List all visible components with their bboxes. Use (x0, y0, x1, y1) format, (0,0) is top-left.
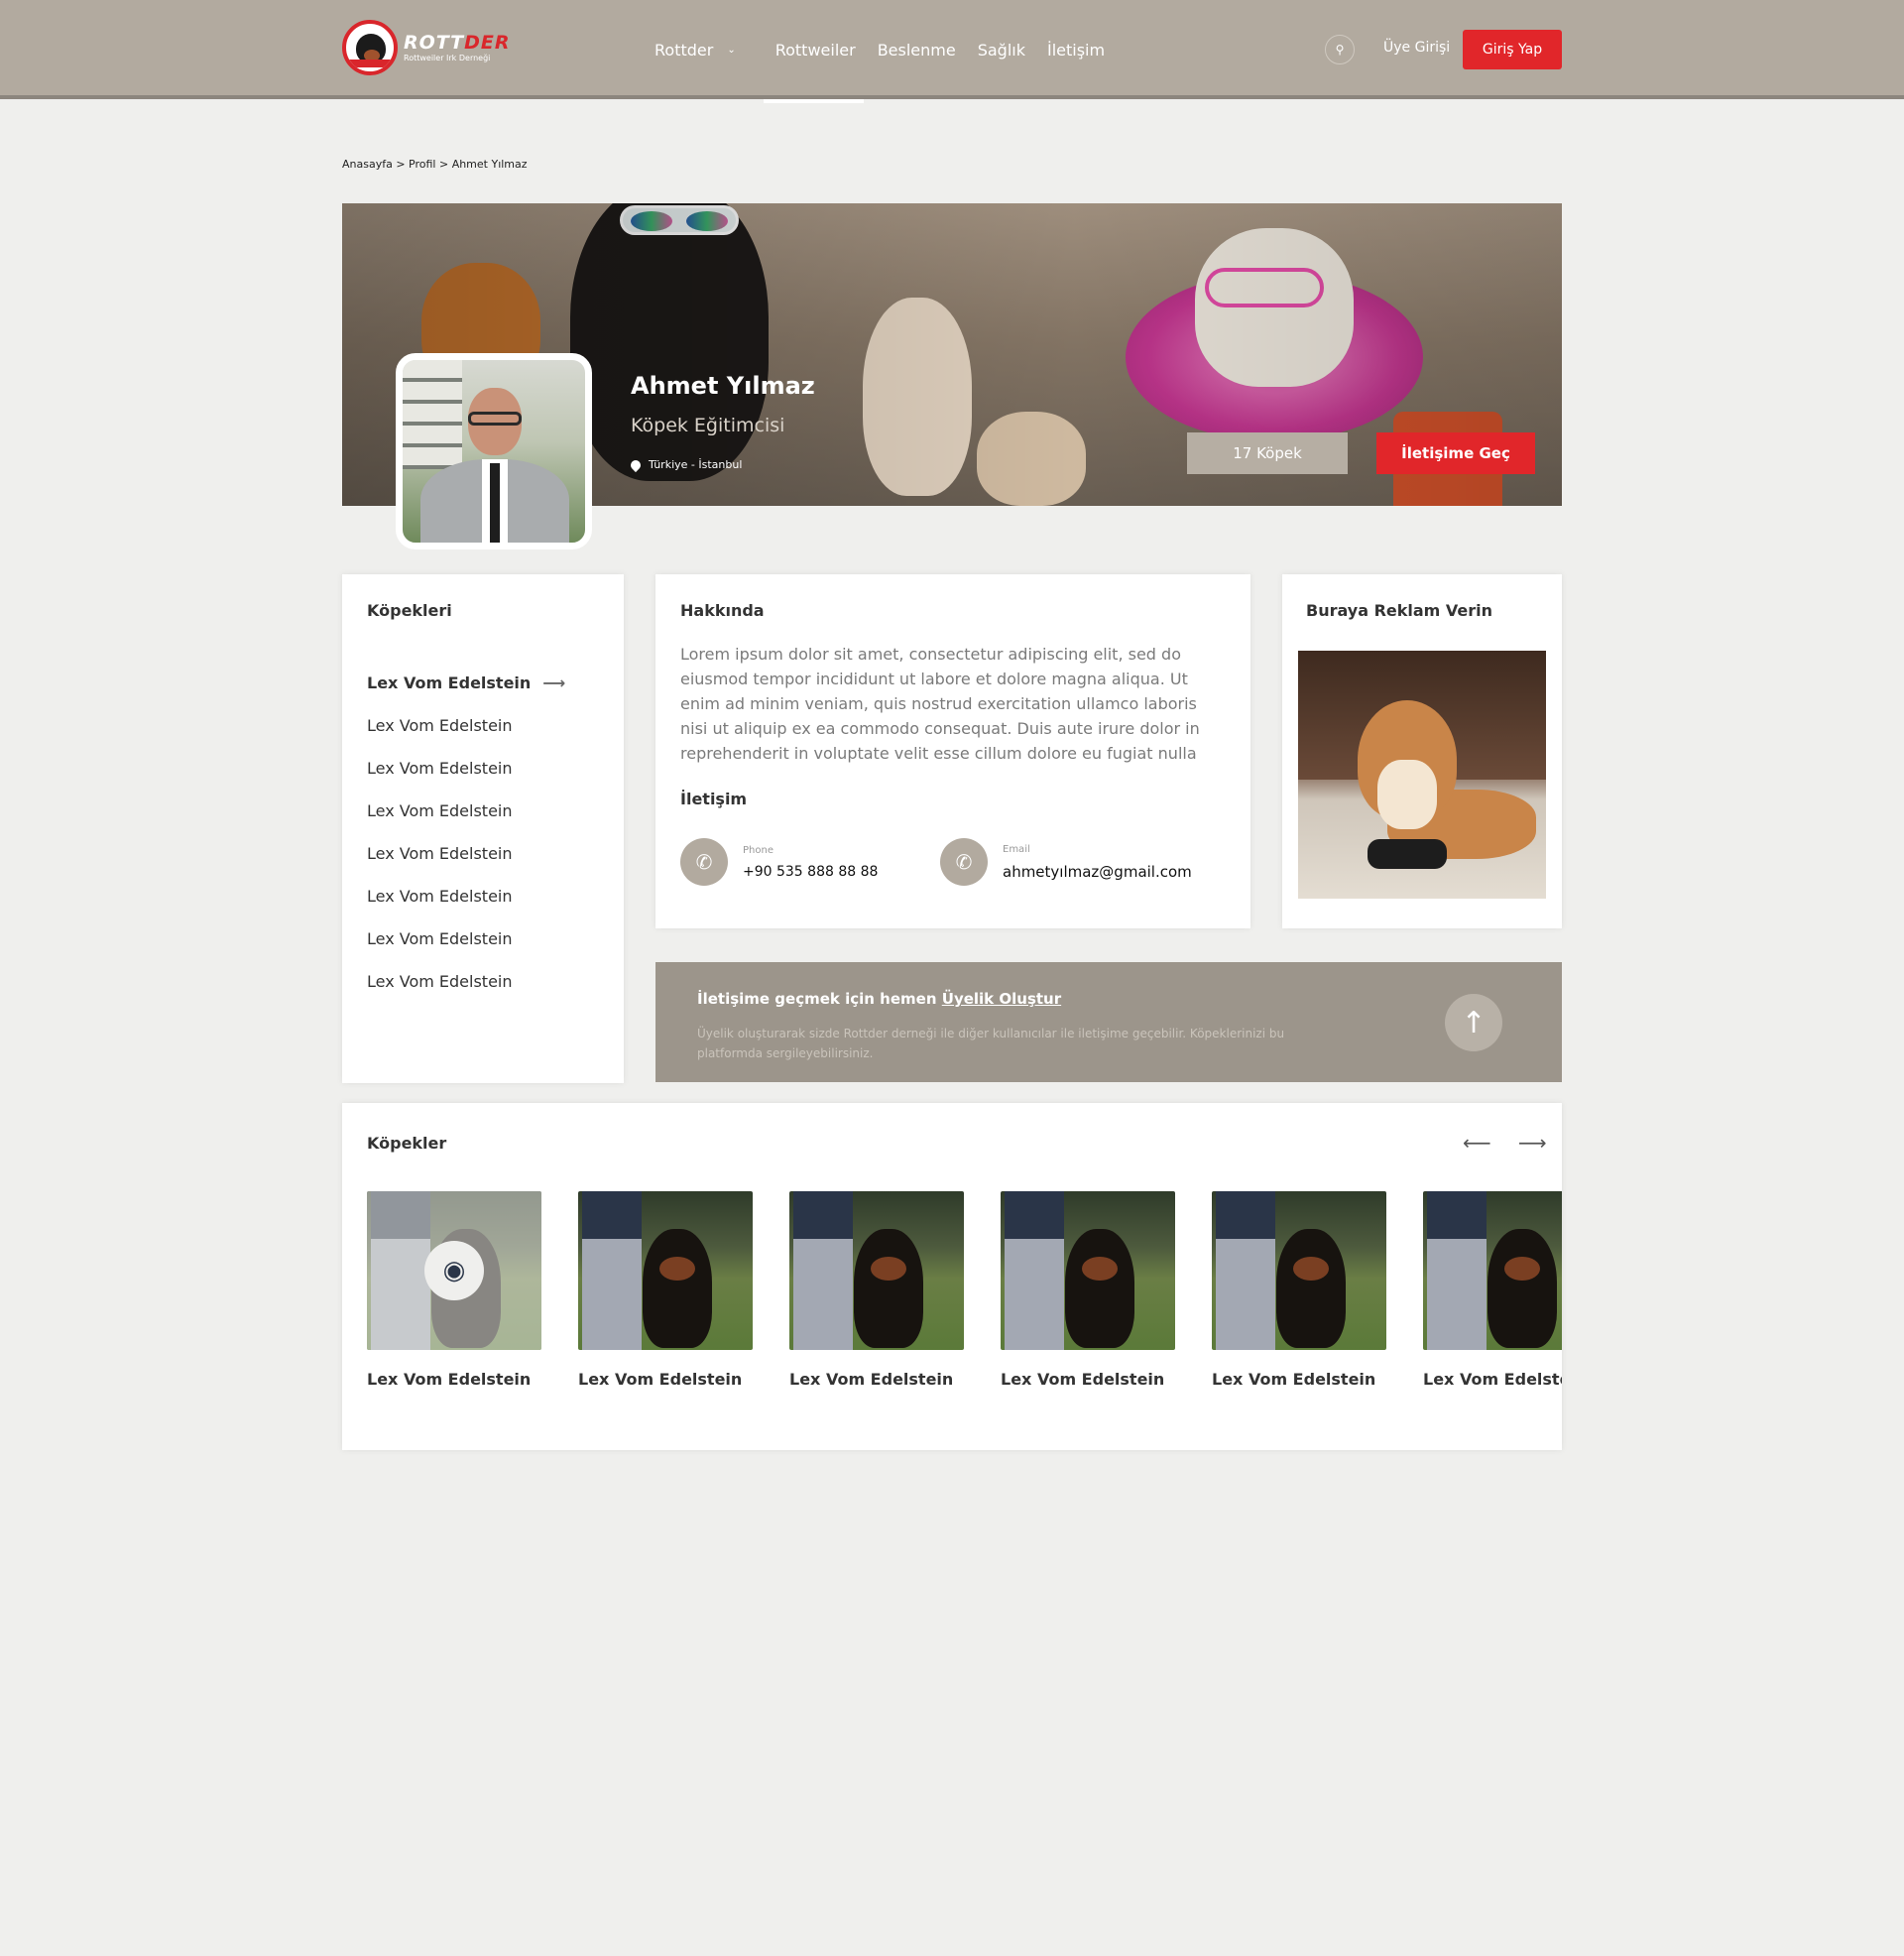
chevron-down-icon: ⌄ (727, 44, 736, 56)
membership-cta: İletişime geçmek için hemen Üyelik Oluşt… (655, 962, 1562, 1082)
list-item[interactable]: Lex Vom Edelstein (367, 917, 565, 960)
profile-location: Türkiye - İstanbul (628, 457, 742, 472)
gallery-item[interactable]: Lex Vom Edelstein (789, 1191, 964, 1389)
dog-photo (789, 1191, 964, 1350)
contact-title: İletişim (680, 790, 748, 808)
gallery-item-name: Lex Vom Edelstein (1001, 1370, 1165, 1389)
gallery-item[interactable]: Lex Vom Edelstein (578, 1191, 753, 1389)
breadcrumb[interactable]: Anasayfa > Profil > Ahmet Yılmaz (342, 158, 528, 171)
dog-photo (578, 1191, 753, 1350)
arrow-left-icon[interactable]: ⟵ (1463, 1131, 1491, 1155)
phone-label: Phone (743, 844, 774, 856)
location-pin-icon (628, 457, 644, 472)
list-item[interactable]: Lex Vom Edelstein (367, 875, 565, 917)
gallery-item-name: Lex Vom Edelstein (789, 1370, 954, 1389)
gallery-item-name: Lex Vom Edelstein (1212, 1370, 1376, 1389)
nav-item-iletisim[interactable]: İletişim (1047, 0, 1105, 99)
dogs-list-title: Köpekleri (367, 601, 452, 620)
rottweiler-logo-icon (342, 20, 398, 75)
list-item[interactable]: Lex Vom Edelstein (367, 832, 565, 875)
dogs-list-card: Köpekleri Lex Vom Edelstein ⟶ Lex Vom Ede… (342, 574, 624, 1083)
email-contact[interactable]: ✆ Email ahmetyılmaz@gmail.com (940, 838, 1192, 886)
gallery-items: ◉ Lex Vom Edelstein Lex Vom Edelstein Le… (367, 1191, 1562, 1389)
dog-list: Lex Vom Edelstein ⟶ Lex Vom Edelstein Lex… (367, 662, 565, 1003)
gallery-item[interactable]: Lex Vom Edelstein (1212, 1191, 1386, 1389)
gallery-title: Köpekler (367, 1134, 447, 1153)
cta-text: Üyelik oluşturarak sizde Rottder derneği… (697, 1027, 1285, 1060)
about-card: Hakkında Lorem ipsum dolor sit amet, con… (655, 574, 1250, 928)
phone-contact[interactable]: ✆ Phone +90 535 888 88 88 (680, 838, 878, 886)
gallery-item-name: Lex Vom Edelstein (1423, 1370, 1562, 1389)
gallery-item-name: Lex Vom Edelstein (578, 1370, 743, 1389)
search-button[interactable]: ⚲ (1325, 35, 1355, 64)
dog-photo (1423, 1191, 1562, 1350)
list-item[interactable]: Lex Vom Edelstein (367, 790, 565, 832)
site-header: ROTTDER Rottweiler Irk Derneği Rottder ⌄… (0, 0, 1904, 103)
arrow-up-icon[interactable]: ↑ (1445, 994, 1502, 1051)
email-value: ahmetyılmaz@gmail.com (1003, 862, 1192, 881)
ad-image (1298, 651, 1546, 899)
phone-value: +90 535 888 88 88 (743, 863, 879, 880)
nav-item-rottweiler[interactable]: Rottweiler (763, 0, 864, 103)
member-login-link[interactable]: Üye Girişi (1383, 40, 1450, 56)
nav-item-saglik[interactable]: Sağlık (978, 0, 1025, 99)
arrow-right-icon[interactable]: ⟶ (1518, 1131, 1547, 1155)
dog-photo (1212, 1191, 1386, 1350)
gallery-item[interactable]: Lex Vom Edelstein (1423, 1191, 1562, 1389)
about-text: Lorem ipsum dolor sit amet, consectetur … (680, 645, 1200, 763)
dogs-gallery: Köpekler ⟵ ⟶ ◉ Lex Vom Edelstein Lex Vom… (342, 1103, 1562, 1450)
arrow-right-icon: ⟶ (542, 673, 566, 692)
logo-subtitle: Rottweiler Irk Derneği (404, 53, 491, 62)
phone-icon: ✆ (940, 838, 988, 886)
nav-item-beslenme[interactable]: Beslenme (878, 0, 956, 99)
list-item[interactable]: Lex Vom Edelstein (367, 704, 565, 747)
dog-photo (1001, 1191, 1175, 1350)
phone-icon: ✆ (680, 838, 728, 886)
ad-card[interactable]: Buraya Reklam Verin (1282, 574, 1562, 928)
eye-icon[interactable]: ◉ (424, 1241, 484, 1300)
gallery-item[interactable]: Lex Vom Edelstein (1001, 1191, 1175, 1389)
avatar (396, 353, 592, 550)
about-title: Hakkında (680, 601, 765, 620)
ad-title: Buraya Reklam Verin (1306, 601, 1493, 620)
site-logo[interactable]: ROTTDER Rottweiler Irk Derneği (342, 20, 511, 75)
dog-photo: ◉ (367, 1191, 541, 1350)
search-icon: ⚲ (1335, 43, 1345, 57)
profile-title: Köpek Eğitimcisi (631, 415, 785, 436)
main-nav: Rottder ⌄ Rottweiler Beslenme Sağlık İle… (654, 0, 1127, 103)
nav-item-rottder[interactable]: Rottder ⌄ (654, 0, 736, 99)
list-item[interactable]: Lex Vom Edelstein (367, 747, 565, 790)
email-label: Email (1003, 843, 1030, 855)
create-membership-link[interactable]: Üyelik Oluştur (942, 990, 1061, 1008)
gallery-item[interactable]: ◉ Lex Vom Edelstein (367, 1191, 541, 1389)
login-button[interactable]: Giriş Yap (1463, 30, 1562, 69)
profile-name: Ahmet Yılmaz (631, 372, 815, 400)
gallery-item-name: Lex Vom Edelstein (367, 1370, 532, 1389)
dogs-count-button[interactable]: 17 Köpek (1187, 432, 1348, 474)
list-item[interactable]: Lex Vom Edelstein ⟶ (367, 662, 565, 704)
cta-title: İletişime geçmek için hemen Üyelik Oluşt… (697, 990, 1062, 1008)
logo-name-part-b: DER (464, 31, 511, 54)
logo-name-part-a: ROTT (404, 31, 465, 54)
contact-button[interactable]: İletişime Geç (1376, 432, 1535, 474)
list-item[interactable]: Lex Vom Edelstein (367, 960, 565, 1003)
